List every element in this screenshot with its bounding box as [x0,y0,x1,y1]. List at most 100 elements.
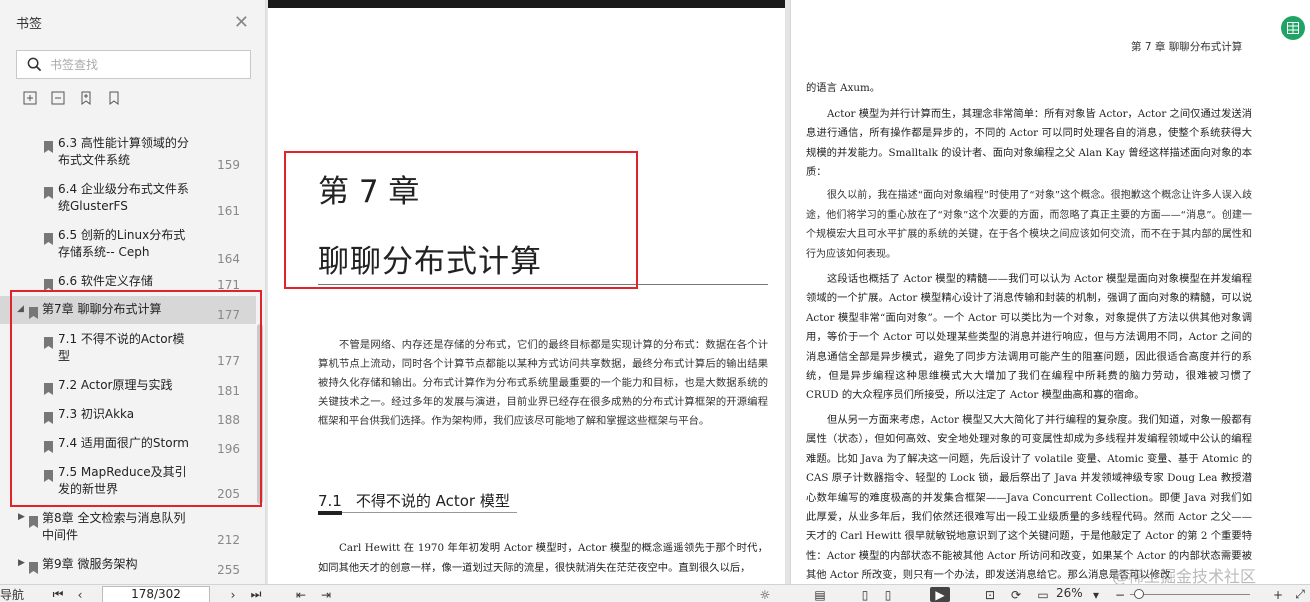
bookmark-label: 6.3 高性能计算领域的分 [58,136,189,150]
bookmark-icon [29,513,38,528]
bookmark-item-7-2[interactable]: 7.2 Actor原理与实践 181 [0,376,256,402]
bookmark-page: 164 [217,252,240,266]
bookmark-icon [44,138,53,153]
chapter-rule [318,284,768,285]
collapse-all-icon[interactable] [50,90,66,106]
zoom-out-icon[interactable]: − [1112,587,1128,602]
section-number: 7.1 [318,492,342,510]
zoom-level[interactable]: 26% [1056,586,1083,600]
bookmark-icon [29,304,38,319]
bookmark-panel-header: 书签 ✕ [0,0,265,44]
bookmark-page: 181 [217,384,240,398]
bookmark-label: 统GlusterFS [58,199,128,213]
close-icon[interactable]: ✕ [234,12,249,33]
bookmark-toolbar [0,79,265,117]
fullscreen-icon[interactable]: ⤢ [1292,587,1308,602]
bookmark-label: 7.4 适用面很广的Storm [58,436,189,450]
bookmark-label: 型 [58,349,71,363]
bookmark-page: 212 [217,533,240,547]
bookmark-icon [44,334,53,349]
rotate-icon[interactable]: ⟳ [1008,587,1024,602]
last-page-icon[interactable]: ⏭ [248,587,264,602]
bookmark-item-6-4[interactable]: 6.4 企业级分布式文件系 统GlusterFS 161 [0,180,256,218]
bookmark-item-6-3[interactable]: 6.3 高性能计算领域的分 布式文件系统 159 [0,134,256,172]
section-rule [318,511,342,515]
bookmark-label: 6.5 创新的Linux分布式 [58,228,186,242]
bookmark-page: 255 [217,563,240,577]
section-title: 不得不说的 Actor 模型 [355,492,510,510]
zoom-slider[interactable] [1130,594,1250,595]
zoom-in-icon[interactable]: + [1270,587,1286,602]
add-bookmark-icon[interactable] [78,90,94,106]
bookmark-icon [44,438,53,453]
bookmark-search-input[interactable] [50,57,230,72]
fit-width-icon[interactable]: ▭ [1035,587,1051,602]
bookmark-page: 177 [217,354,240,368]
bookmark-page: 188 [217,413,240,427]
section-rule-thin [342,512,517,513]
expand-all-icon[interactable] [22,90,38,106]
search-icon [27,57,42,72]
bookmark-icon [44,184,53,199]
scrollbar-thumb[interactable] [257,324,263,504]
section-heading: 7.1 不得不说的 Actor 模型 [318,490,510,511]
fit-page-icon[interactable]: ⊡ [982,587,998,602]
bookmark-item-7-1[interactable]: 7.1 不得不说的Actor模 型 177 [0,330,256,368]
collapsed-arrow-icon[interactable]: ▶ [18,512,25,522]
bookmark-page: 159 [217,158,240,172]
bookmark-panel-title: 书签 [16,16,43,32]
bookmark-item-6-5[interactable]: 6.5 创新的Linux分布式 存储系统-- Ceph 164 [0,226,256,266]
page-top-bar [268,0,785,8]
back-icon[interactable]: ⇤ [293,587,309,602]
next-page-icon[interactable]: › [225,587,241,602]
bookmark-label: 6.6 软件定义存储 [58,274,153,288]
bookmark-icon [44,230,53,245]
bookmark-item-chapter-7[interactable]: ◢ 第7章 聊聊分布式计算 177 [0,296,256,324]
paragraph: 的语言 Axum。 [806,82,881,94]
bookmark-icon [44,409,53,424]
bookmark-page: 171 [217,278,240,292]
bookmark-icon[interactable] [106,90,122,106]
bookmark-tree: 6.3 高性能计算领域的分 布式文件系统 159 6.4 企业级分布式文件系 统… [0,124,256,580]
play-icon[interactable]: ▶ [930,587,950,602]
zoom-dropdown-icon[interactable]: ▾ [1088,587,1104,602]
bookmark-icon [44,380,53,395]
bookmark-label: 第9章 微服务架构 [42,557,138,571]
bookmark-icon [44,467,53,482]
paragraph: 但从另一方面来考虑，Actor 模型又大大简化了并行编程的复杂度。我们知道，对象… [806,414,1252,582]
paragraph: 这段话也概括了 Actor 模型的精髓——我们可以认为 Actor 模型是面向对… [806,273,1252,402]
chapter-title: 聊聊分布式计算 [318,244,542,280]
book-view-icon[interactable]: ▯ [880,587,896,602]
bookmark-item-7-3[interactable]: 7.3 初识Akka 188 [0,405,256,431]
running-header: 第 7 章 聊聊分布式计算 [1131,41,1243,53]
bookmark-label: 7.3 初识Akka [58,407,135,421]
bookmark-item-7-5[interactable]: 7.5 MapReduce及其引 发的新世界 205 [0,463,256,503]
dual-page-icon[interactable]: ▯ [857,587,873,602]
collapsed-arrow-icon[interactable]: ▶ [18,558,25,568]
pdf-reader-window: 书签 ✕ 6.3 高性能计算领域的分 布式文件系统 159 6.4 企业级分布式… [0,0,1310,602]
navigation-label[interactable]: 导航 [0,586,24,602]
first-page-icon[interactable]: ⏮ [50,587,66,602]
chapter-intro: 不管是网络、内存还是存储的分布式，它们的最终目标都是实现计算的分布式：数据在各个… [318,339,768,427]
bookmark-search[interactable] [16,50,251,79]
bookmark-item-chapter-9[interactable]: ▶ 第9章 微服务架构 255 [0,555,256,580]
expanded-arrow-icon[interactable]: ◢ [17,304,24,314]
bookmark-scrollbar[interactable] [257,124,263,580]
zoom-slider-thumb[interactable] [1134,589,1144,599]
bookmark-item-6-6[interactable]: 6.6 软件定义存储 171 [0,272,256,292]
bookmark-label: 第8章 全文检索与消息队列 [42,511,186,525]
eye-protect-icon[interactable]: ☼ [757,587,773,602]
paragraph: Actor 模型为并行计算而生，其理念非常简单：所有对象皆 Actor，Acto… [806,108,1252,179]
bookmark-label: 7.5 MapReduce及其引 [58,465,187,479]
bookmark-label: 7.2 Actor原理与实践 [58,378,173,392]
quote-paragraph: 很久以前，我在描述“面向对象编程”时使用了“对象”这个概念。很抱歉这个概念让许多… [806,190,1252,260]
prev-page-icon[interactable]: ‹ [72,587,88,602]
spreadsheet-fab-icon[interactable] [1281,16,1305,40]
bookmark-item-7-4[interactable]: 7.4 适用面很广的Storm 196 [0,434,256,460]
bookmark-item-chapter-8[interactable]: ▶ 第8章 全文检索与消息队列 中间件 212 [0,509,256,547]
page-number-input[interactable]: 178/302 [102,586,210,602]
single-page-icon[interactable]: ▤ [812,587,828,602]
bookmark-label: 存储系统-- Ceph [58,245,150,259]
forward-icon[interactable]: ⇥ [318,587,334,602]
bookmark-icon [29,559,38,574]
